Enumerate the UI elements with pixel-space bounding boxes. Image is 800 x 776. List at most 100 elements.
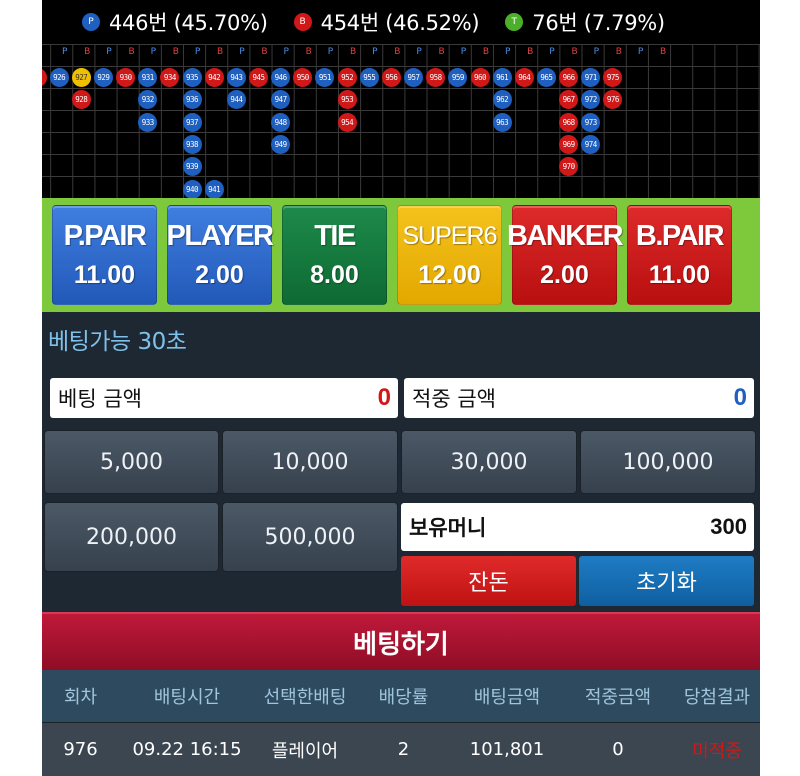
balance-value: 300: [710, 514, 747, 539]
roadmap-ball: 946: [271, 68, 291, 87]
bet-odds: 2.00: [195, 261, 244, 289]
roadmap-ball: 959: [448, 68, 468, 87]
roadmap-header-B: B: [660, 47, 667, 57]
player-badge-icon: P: [82, 13, 100, 31]
roadmap-ball: 962: [492, 90, 512, 110]
roadmap-ball: 961: [492, 68, 512, 87]
roadmap-ball: 975: [603, 68, 623, 87]
chip-5000-button[interactable]: 5,000: [44, 430, 219, 494]
roadmap-ball: 963: [492, 112, 512, 132]
roadmap-ball: 964: [514, 68, 534, 87]
bet-label: B.PAIR: [635, 220, 725, 252]
roadmap-ball: 965: [536, 68, 556, 87]
reset-button[interactable]: 초기화: [579, 556, 754, 606]
roadmap-ball: 976: [603, 90, 623, 110]
roadmap-ball: 927: [71, 68, 91, 87]
roadmap-ball: 967: [559, 90, 579, 110]
roadmap-ball: 944: [226, 90, 246, 110]
tie-stat: T 76번 (7.79%): [505, 7, 665, 37]
bet-label: P.PAIR: [63, 220, 147, 252]
cell-selected-bet: 플레이어: [271, 740, 339, 762]
player-button[interactable]: PLAYER 2.00: [167, 205, 274, 305]
roadmap-ball: 970: [559, 157, 579, 177]
stats-bar: P 446번 (45.70%) B 454번 (46.52%) T 76번 (7…: [42, 0, 760, 44]
tie-button[interactable]: TIE 8.00: [282, 205, 387, 305]
place-bet-button[interactable]: 베팅하기: [42, 612, 760, 670]
roadmap-header-B: B: [261, 47, 268, 57]
roadmap-ball: 954: [337, 112, 357, 132]
chip-200000-button[interactable]: 200,000: [44, 502, 219, 572]
bet-odds: 11.00: [648, 261, 711, 289]
roadmap-header-P: P: [194, 47, 201, 57]
roadmap-ball: 974: [581, 134, 601, 154]
roadmap-ball: 940: [182, 179, 202, 198]
baccarat-app: P 446번 (45.70%) B 454번 (46.52%) T 76번 (7…: [42, 0, 760, 776]
roadmap-ball: 935: [182, 68, 202, 87]
roadmap-header-P: P: [505, 47, 511, 57]
roadmap-ball: 969: [559, 134, 579, 154]
roadmap-ball: 931: [138, 68, 158, 87]
roadmap-header-B: B: [305, 47, 312, 57]
header-selected-bet: 선택한배팅: [263, 687, 347, 708]
bet-amount-field: 베팅 금액 0: [50, 378, 398, 418]
header-bet-amount: 배팅금액: [473, 687, 541, 708]
roadmap-ball: 945: [249, 68, 268, 87]
super6-button[interactable]: SUPER6 12.00: [397, 205, 502, 305]
roadmap-ball: 943: [226, 68, 246, 87]
chip-30000-button[interactable]: 30,000: [401, 430, 577, 494]
roadmap-header-B: B: [349, 47, 357, 57]
roadmap-ball: 956: [381, 68, 401, 87]
chip-10000-button[interactable]: 10,000: [222, 430, 398, 494]
roadmap-ball: 955: [359, 68, 379, 87]
roadmap-header-P: P: [106, 47, 112, 57]
bet-options: P.PAIR 11.00 PLAYER 2.00 TIE 8.00 SUPER6 12.00 B…: [42, 198, 760, 312]
roadmap-header-P: P: [416, 47, 422, 57]
tie-stat-text: 76번 (7.79%): [532, 11, 665, 35]
roadmap-ball: 936: [182, 90, 202, 110]
banker-stat: B 454번 (46.52%): [293, 7, 480, 37]
banker-button[interactable]: BANKER 2.00: [507, 205, 624, 305]
bet-odds: 8.00: [310, 261, 359, 289]
roadmap-header-P: P: [327, 47, 334, 57]
roadmap-ball: 928: [71, 90, 91, 110]
win-amount-field: 적중 금액 0: [404, 378, 754, 418]
result-roadmap: P B P B P B P B P B P B P B P B P B P B P B P B P B P B 5926927 92892…: [42, 44, 760, 198]
change-button[interactable]: 잔돈: [401, 556, 576, 606]
cell-round: 976: [63, 739, 98, 760]
roadmap-ball: 5: [42, 68, 47, 87]
roadmap-header-P: P: [62, 47, 68, 57]
roadmap-ball: 960: [470, 68, 490, 87]
banker-badge-icon: B: [293, 13, 312, 31]
roadmap-ball: 938: [182, 134, 202, 154]
roadmap-ball: 972: [581, 90, 601, 110]
roadmap-ball: 934: [160, 68, 180, 87]
roadmap-header-B: B: [172, 47, 179, 57]
bet-odds: 11.00: [73, 261, 136, 289]
player-pair-button[interactable]: P.PAIR 11.00: [52, 205, 157, 305]
tie-badge-icon: T: [505, 13, 524, 31]
roadmap-ball: 942: [204, 68, 224, 87]
roadmap-header-P: P: [460, 47, 467, 57]
cell-result: 미적중: [692, 740, 742, 762]
roadmap-ball: 952: [337, 68, 357, 87]
roadmap-header-B: B: [394, 47, 401, 57]
bet-amount-label: 베팅 금액: [58, 387, 142, 411]
header-bet-time: 배팅시간: [153, 687, 221, 708]
roadmap-ball: 939: [182, 157, 202, 177]
roadmap-ball: 966: [559, 68, 579, 87]
win-amount-label: 적중 금액: [412, 387, 496, 411]
player-stat: P 446번 (45.70%): [82, 7, 268, 37]
roadmap-header-B: B: [615, 47, 622, 57]
banker-pair-button[interactable]: B.PAIR 11.00: [627, 205, 732, 305]
chip-500000-button[interactable]: 500,000: [222, 502, 398, 572]
roadmap-header-P: P: [283, 47, 289, 57]
roadmap-header-B: B: [438, 47, 445, 57]
roadmap-header-B: B: [571, 47, 578, 57]
chip-100000-button[interactable]: 100,000: [580, 430, 756, 494]
roadmap-ball: 937: [182, 112, 202, 132]
header-odds: 배당률: [378, 687, 429, 708]
table-header-row: 회차 배팅시간 선택한배팅 배당률 배팅금액 적중금액 당첨결과: [42, 670, 760, 722]
cell-odds: 2: [397, 739, 410, 760]
roadmap-header-P: P: [549, 47, 555, 57]
bet-odds: 12.00: [418, 261, 481, 289]
